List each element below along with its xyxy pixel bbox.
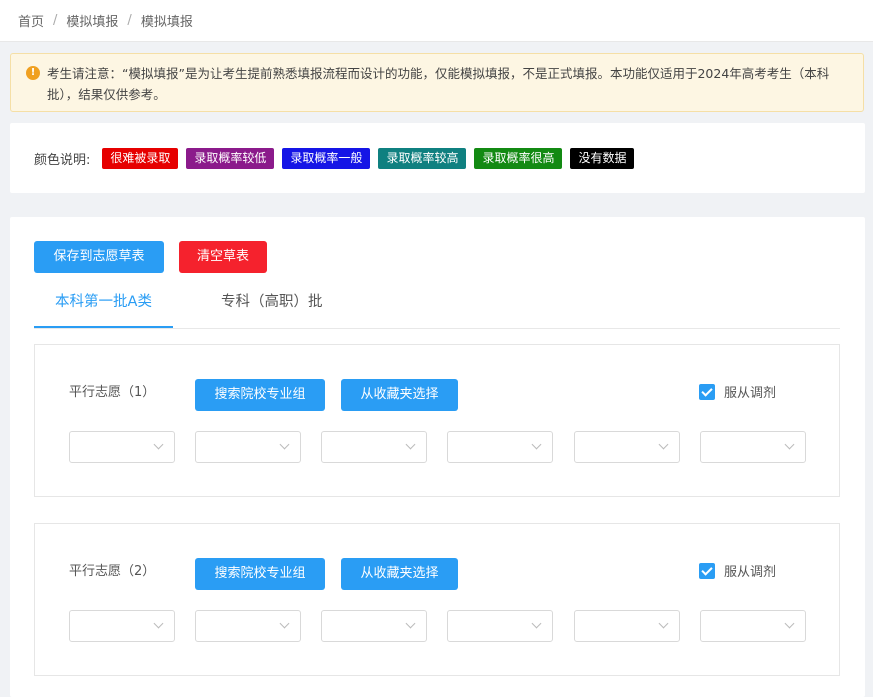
chevron-down-icon xyxy=(784,618,795,629)
clear-draft-button[interactable]: 清空草表 xyxy=(179,241,267,273)
breadcrumb-current: 模拟填报 xyxy=(140,15,193,30)
major-select-2[interactable] xyxy=(195,610,301,642)
major-select-2[interactable] xyxy=(195,431,301,463)
search-school-button[interactable]: 搜索院校专业组 xyxy=(195,379,325,411)
select-from-favorites-button[interactable]: 从收藏夹选择 xyxy=(341,558,458,590)
checkbox-checked[interactable] xyxy=(699,562,715,579)
search-school-button[interactable]: 搜索院校专业组 xyxy=(195,558,325,590)
chevron-down-icon xyxy=(784,439,795,450)
parallel-choice-group: 平行志愿（1） 搜索院校专业组 从收藏夹选择 服从调剂 xyxy=(34,344,840,497)
breadcrumb-separator: / xyxy=(127,13,132,28)
chevron-down-icon xyxy=(531,439,542,450)
breadcrumb: 首页 / 模拟填报 / 模拟填报 xyxy=(0,0,873,42)
tab-undergrad-batch-a[interactable]: 本科第一批A类 xyxy=(34,285,173,328)
major-select-6[interactable] xyxy=(700,610,806,642)
group-label: 平行志愿（2） xyxy=(69,564,156,579)
major-select-4[interactable] xyxy=(447,431,553,463)
chevron-down-icon xyxy=(153,618,164,629)
save-draft-button[interactable]: 保存到志愿草表 xyxy=(34,241,164,273)
group-label: 平行志愿（1） xyxy=(69,385,156,400)
notice-banner: ! 考生请注意：“模拟填报”是为让考生提前熟悉填报流程而设计的功能，仅能模拟填报… xyxy=(10,53,864,112)
major-select-6[interactable] xyxy=(700,431,806,463)
legend-badge-high: 录取概率较高 xyxy=(378,147,467,169)
legend-label: 颜色说明: xyxy=(34,152,91,168)
chevron-down-icon xyxy=(658,439,669,450)
obey-adjustment-toggle[interactable]: 服从调剂 xyxy=(699,561,776,580)
obey-adjustment-toggle[interactable]: 服从调剂 xyxy=(699,382,776,401)
major-select-1[interactable] xyxy=(69,431,175,463)
breadcrumb-simulate[interactable]: 模拟填报 xyxy=(66,11,118,30)
main-card: 保存到志愿草表 清空草表 本科第一批A类 专科（高职）批 平行志愿（1） 搜索院… xyxy=(10,217,865,697)
major-select-3[interactable] xyxy=(321,431,427,463)
legend-badge-medium: 录取概率一般 xyxy=(282,147,371,169)
checkbox-checked[interactable] xyxy=(699,383,715,400)
major-select-4[interactable] xyxy=(447,610,553,642)
chevron-down-icon xyxy=(405,439,416,450)
legend-badge-very-hard: 很难被录取 xyxy=(102,147,179,169)
chevron-down-icon xyxy=(405,618,416,629)
chevron-down-icon xyxy=(658,618,669,629)
legend-badge-low: 录取概率较低 xyxy=(186,147,275,169)
chevron-down-icon xyxy=(531,618,542,629)
chevron-down-icon xyxy=(153,439,164,450)
color-legend: 颜色说明: 很难被录取 录取概率较低 录取概率一般 录取概率较高 录取概率很高 … xyxy=(10,123,865,193)
chevron-down-icon xyxy=(279,618,290,629)
major-select-1[interactable] xyxy=(69,610,175,642)
tab-vocational-batch[interactable]: 专科（高职）批 xyxy=(221,285,323,328)
breadcrumb-separator: / xyxy=(53,13,58,28)
major-select-5[interactable] xyxy=(574,431,680,463)
exclamation-icon: ! xyxy=(26,66,40,80)
obey-adjustment-label: 服从调剂 xyxy=(724,386,777,401)
batch-tabs: 本科第一批A类 专科（高职）批 xyxy=(34,285,840,329)
major-select-5[interactable] xyxy=(574,610,680,642)
notice-text: 考生请注意：“模拟填报”是为让考生提前熟悉填报流程而设计的功能，仅能模拟填报，不… xyxy=(47,66,830,102)
major-select-3[interactable] xyxy=(321,610,427,642)
parallel-choice-group: 平行志愿（2） 搜索院校专业组 从收藏夹选择 服从调剂 xyxy=(34,523,840,676)
legend-badge-no-data: 没有数据 xyxy=(570,147,635,169)
breadcrumb-home[interactable]: 首页 xyxy=(18,11,44,30)
legend-badge-very-high: 录取概率很高 xyxy=(474,147,563,169)
chevron-down-icon xyxy=(279,439,290,450)
select-from-favorites-button[interactable]: 从收藏夹选择 xyxy=(341,379,458,411)
obey-adjustment-label: 服从调剂 xyxy=(724,565,777,580)
